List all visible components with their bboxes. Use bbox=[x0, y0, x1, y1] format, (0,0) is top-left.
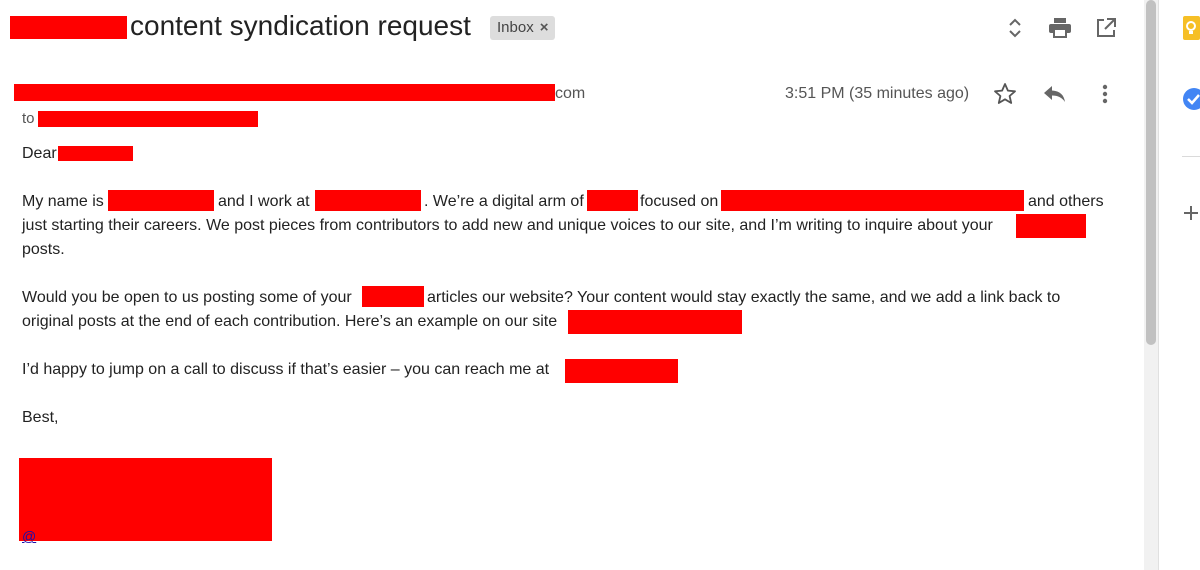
to-label: to bbox=[22, 110, 35, 127]
side-panel-divider bbox=[1158, 0, 1159, 570]
side-panel-separator bbox=[1182, 156, 1200, 157]
paragraph-1-text-d: focused on bbox=[640, 193, 719, 210]
redacted-sender-name bbox=[10, 16, 127, 39]
redacted-blog-name bbox=[1016, 214, 1086, 238]
redacted-company-name bbox=[315, 190, 421, 211]
add-icon[interactable] bbox=[1182, 201, 1200, 225]
signature-link[interactable]: @ bbox=[22, 528, 36, 544]
more-vert-icon[interactable] bbox=[1094, 81, 1116, 107]
print-icon[interactable] bbox=[1048, 16, 1072, 40]
greeting: Dear bbox=[22, 145, 57, 162]
inbox-label-text: Inbox bbox=[497, 19, 534, 36]
redacted-audience bbox=[721, 190, 1024, 211]
paragraph-1-text-c: . We’re a digital arm of bbox=[424, 193, 584, 210]
closing: Best, bbox=[22, 409, 59, 426]
paragraph-2-text-b: articles our website? Your content would… bbox=[427, 289, 1061, 306]
redacted-blog-reference bbox=[362, 286, 424, 307]
scrollbar-thumb[interactable] bbox=[1146, 0, 1156, 345]
sender-address-suffix: com bbox=[555, 85, 586, 102]
paragraph-1-line-2: just starting their careers. We post pie… bbox=[22, 217, 993, 234]
reply-icon[interactable] bbox=[1041, 81, 1069, 107]
paragraph-2-text-a: Would you be open to us posting some of … bbox=[22, 289, 352, 306]
paragraph-1-text-e: and others bbox=[1028, 193, 1104, 210]
star-icon[interactable] bbox=[992, 81, 1018, 107]
redacted-sender-address bbox=[14, 84, 555, 101]
redacted-recipient bbox=[38, 111, 258, 127]
paragraph-1-line-3: posts. bbox=[22, 241, 65, 258]
redacted-signature bbox=[19, 458, 272, 541]
email-subject: content syndication request bbox=[130, 10, 471, 41]
redacted-parent-company bbox=[587, 190, 638, 211]
redacted-example-link bbox=[568, 310, 742, 334]
paragraph-1-text-b: and I work at bbox=[218, 193, 310, 210]
tasks-icon[interactable] bbox=[1182, 86, 1200, 112]
paragraph-1-text-a: My name is bbox=[22, 193, 104, 210]
redacted-contact bbox=[565, 359, 678, 383]
redacted-recipient-name bbox=[58, 146, 133, 161]
inbox-label-badge[interactable]: Inbox × bbox=[490, 16, 556, 40]
open-in-new-window-icon[interactable] bbox=[1094, 16, 1118, 40]
redacted-author-name bbox=[108, 190, 214, 211]
paragraph-2-line-2: original posts at the end of each contri… bbox=[22, 313, 558, 330]
email-timestamp: 3:51 PM (35 minutes ago) bbox=[785, 85, 970, 102]
remove-label-icon[interactable]: × bbox=[540, 16, 549, 40]
chevron-up-down-icon[interactable] bbox=[1004, 15, 1026, 41]
keep-icon[interactable] bbox=[1183, 15, 1200, 41]
paragraph-3: I’d happy to jump on a call to discuss i… bbox=[22, 361, 550, 378]
